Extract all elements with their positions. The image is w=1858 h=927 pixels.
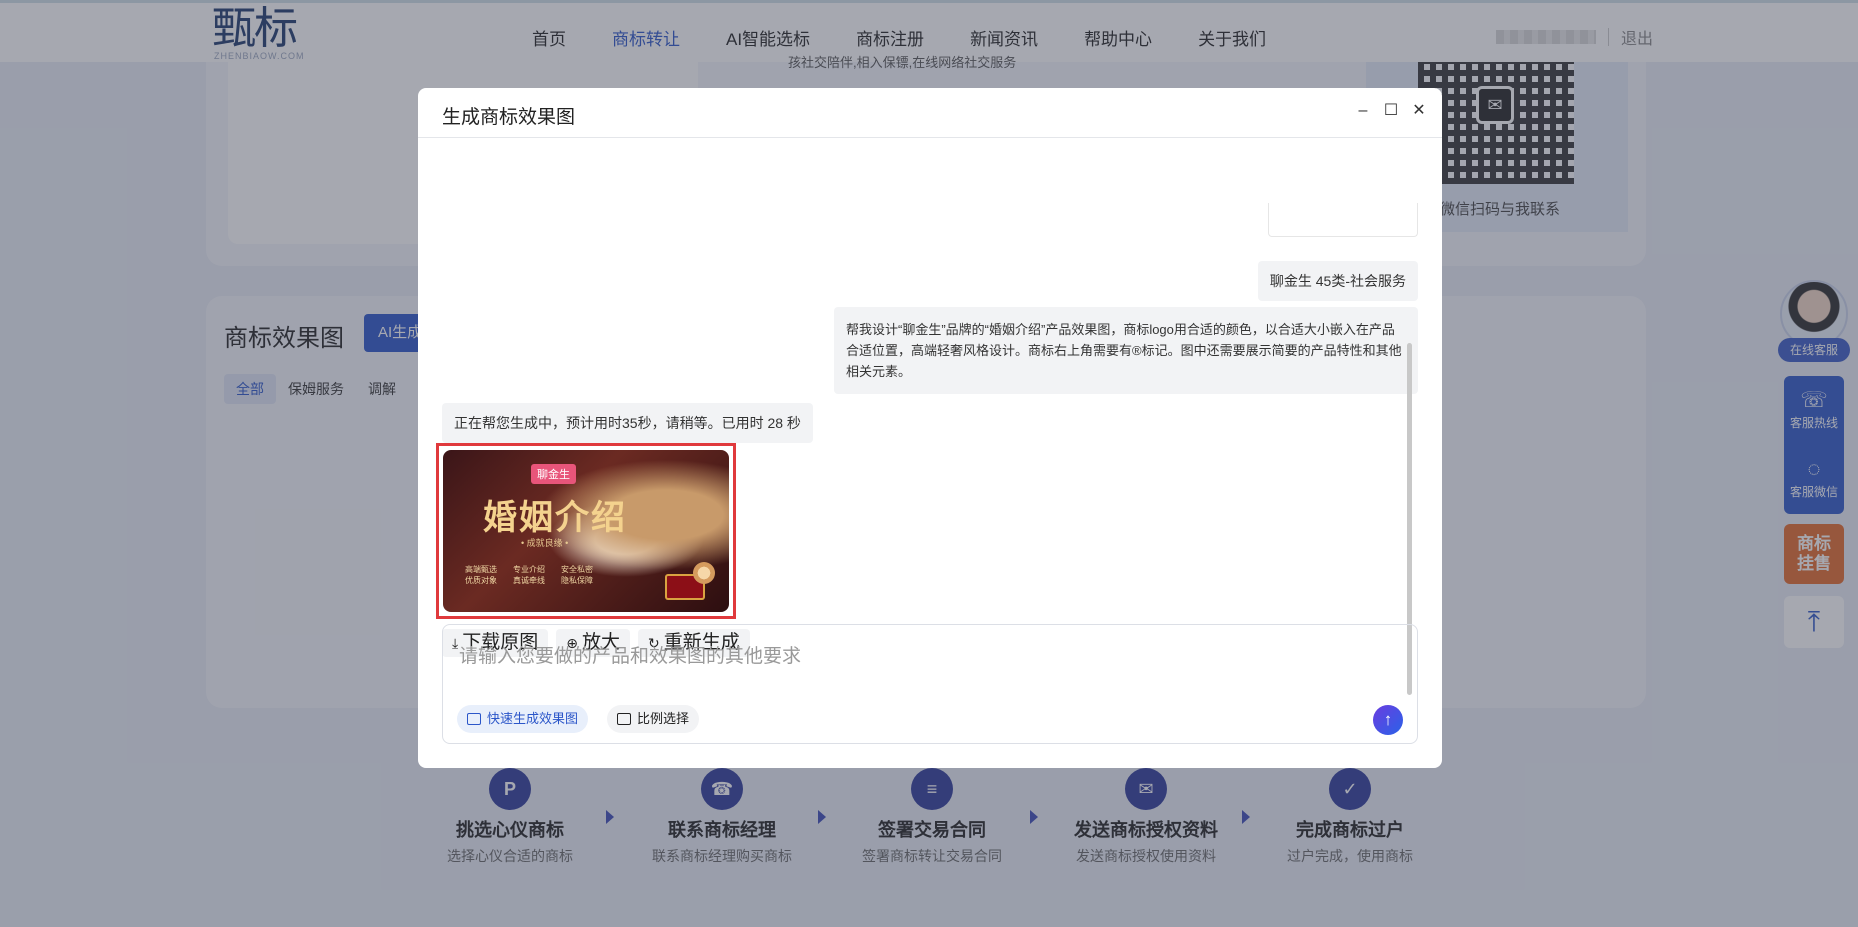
image-icon	[467, 713, 481, 725]
quick-generate-chip[interactable]: 快速生成效果图	[457, 705, 589, 733]
image-feature: 安全私密 隐私保障	[561, 565, 593, 585]
prompt-input-box: 快速生成效果图 比例选择 ↑	[442, 624, 1418, 744]
prompt-input[interactable]	[459, 637, 1359, 677]
image-features: 高端甄选 优质对象 专业介绍 真诚牵线 安全私密 隐私保障	[465, 564, 593, 586]
modal-title: 生成商标效果图	[442, 107, 576, 128]
quick-generate-label: 快速生成效果图	[487, 711, 579, 726]
minimize-icon[interactable]: –	[1352, 100, 1374, 122]
image-feature: 高端甄选 优质对象	[465, 565, 497, 585]
window-controls: – ☐ ✕	[1352, 100, 1430, 122]
maximize-icon[interactable]: ☐	[1380, 100, 1402, 122]
ratio-select-label: 比例选择	[637, 711, 690, 726]
image-brand: 聊金生	[531, 464, 576, 484]
image-feature: 专业介绍 真诚牵线	[513, 565, 545, 585]
bot-status-message: 正在帮您生成中，预计用时35秒，请稍等。已用时 28 秒	[442, 403, 813, 443]
previous-message-tail	[1268, 203, 1418, 237]
ratio-select-chip[interactable]: 比例选择	[607, 705, 700, 733]
modal-header: 生成商标效果图 – ☐ ✕	[418, 88, 1442, 138]
send-button[interactable]: ↑	[1373, 705, 1403, 735]
close-icon[interactable]: ✕	[1408, 100, 1430, 122]
ratio-icon	[617, 713, 631, 725]
rose-graphic	[693, 562, 715, 584]
image-subtitle: • 成就良缘 •	[521, 538, 569, 548]
generated-image[interactable]: 聊金生 婚姻介绍 • 成就良缘 • 高端甄选 优质对象 专业介绍 真诚牵线 安全私密…	[443, 450, 729, 612]
user-message: 聊金生 45类-社会服务	[1257, 261, 1418, 301]
result-highlight: 聊金生 婚姻介绍 • 成就良缘 • 高端甄选 优质对象 专业介绍 真诚牵线 安全私密…	[436, 443, 736, 619]
chat-area: 聊金生 45类-社会服务 帮我设计“聊金生”品牌的“婚姻介绍”产品效果图，商标l…	[418, 139, 1442, 695]
image-title: 婚姻介绍	[483, 498, 627, 538]
user-message: 帮我设计“聊金生”品牌的“婚姻介绍”产品效果图，商标logo用合适的颜色，以合适…	[834, 307, 1418, 394]
generate-effect-modal: 生成商标效果图 – ☐ ✕ 聊金生 45类-社会服务 帮我设计“聊金生”品牌的“…	[418, 88, 1442, 768]
